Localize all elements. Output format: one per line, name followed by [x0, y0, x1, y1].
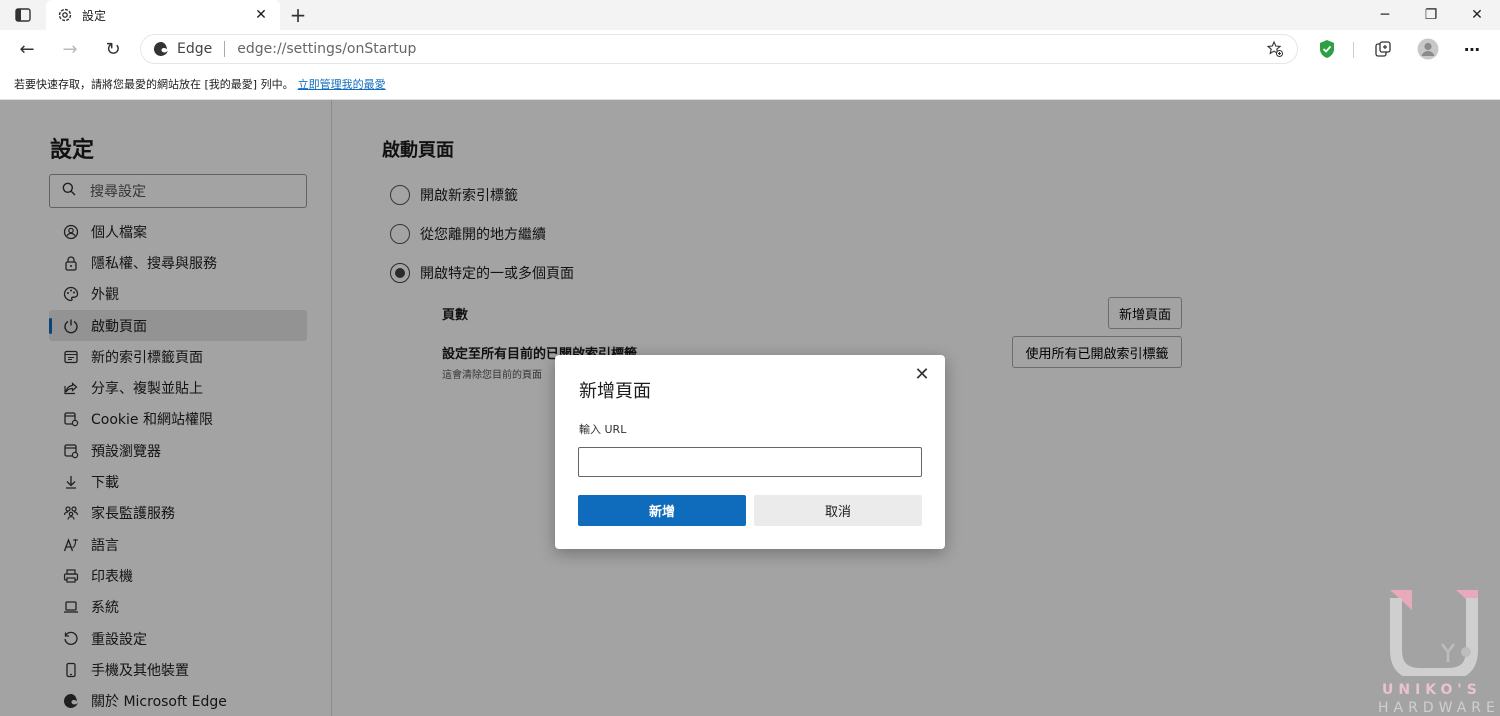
favorites-bar: 若要快速存取，請將您最愛的網站放在 [我的最愛] 列中。 立即管理我的最愛	[0, 68, 1500, 100]
url-input[interactable]	[578, 447, 922, 477]
uniko-logo-icon	[1390, 590, 1478, 676]
close-tab-icon[interactable]: ✕	[252, 6, 270, 24]
address-bar[interactable]: Edge edge://settings/onStartup	[140, 34, 1298, 64]
site-label: Edge	[177, 41, 213, 57]
tab-actions-icon[interactable]	[10, 4, 36, 26]
watermark-line1: UNIKO'S	[1382, 682, 1482, 698]
gear-icon	[56, 6, 74, 24]
new-tab-button[interactable]: +	[286, 3, 310, 27]
manage-favorites-link[interactable]: 立即管理我的最愛	[298, 76, 386, 92]
add-button[interactable]: 新增	[578, 495, 746, 526]
minimize-icon[interactable]: ─	[1362, 0, 1408, 30]
add-favorite-icon[interactable]	[1265, 39, 1285, 59]
favorites-hint-text: 若要快速存取，請將您最愛的網站放在 [我的最愛] 列中。	[14, 77, 294, 91]
url-input-label: 輸入 URL	[579, 423, 627, 436]
toolbar-divider	[1353, 42, 1354, 58]
back-icon[interactable]: ←	[13, 35, 41, 63]
close-window-icon[interactable]: ✕	[1454, 0, 1500, 30]
tab-strip: 設定 ✕ + ─ ❐ ✕	[0, 0, 1500, 30]
avatar[interactable]	[1414, 35, 1442, 63]
tab-settings[interactable]: 設定 ✕	[46, 0, 280, 30]
url-text[interactable]: edge://settings/onStartup	[237, 41, 1265, 57]
edge-logo-icon	[153, 41, 169, 57]
more-menu-icon[interactable]: ⋯	[1458, 35, 1486, 63]
address-toolbar: ← → ↻ Edge edge://settings/onStartup ⋯	[0, 30, 1500, 68]
add-page-dialog: 新增頁面 ✕ 輸入 URL 新增 取消	[555, 355, 945, 549]
watermark-logo: UNIKO'S HARDWARE	[1378, 590, 1500, 716]
tab-title: 設定	[82, 8, 107, 23]
omnibox-separator	[224, 41, 226, 57]
restore-icon[interactable]: ❐	[1408, 0, 1454, 30]
window-controls: ─ ❐ ✕	[1362, 0, 1500, 30]
cancel-button[interactable]: 取消	[754, 495, 922, 526]
forward-icon[interactable]: →	[56, 35, 84, 63]
collections-icon[interactable]	[1369, 35, 1397, 63]
close-icon[interactable]: ✕	[911, 363, 933, 385]
watermark-line2: HARDWARE	[1378, 700, 1500, 716]
refresh-icon[interactable]: ↻	[99, 35, 127, 63]
shield-icon[interactable]	[1313, 35, 1341, 63]
dialog-title: 新增頁面	[579, 381, 651, 402]
